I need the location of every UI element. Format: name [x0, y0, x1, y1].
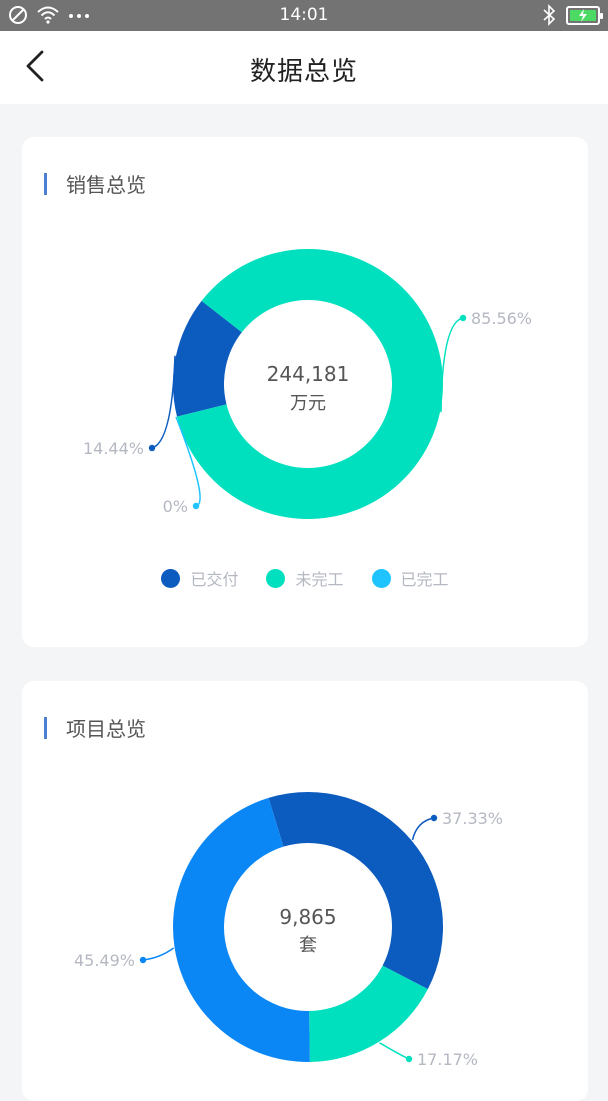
projects-slice-label: 37.33%	[442, 809, 503, 828]
sales-slice-label: 0%	[163, 497, 188, 516]
projects-slice[interactable]	[268, 792, 443, 990]
projects-slice[interactable]	[309, 965, 428, 1062]
legend-swatch	[371, 568, 391, 588]
legend-label: 已完工	[400, 570, 449, 589]
sales-donut-chart[interactable]: 14.44% 85.56% 0% 244,181 万元	[22, 137, 588, 557]
legend-label: 未完工	[295, 570, 344, 589]
sales-callout-dot	[148, 444, 156, 452]
projects-callout-dot	[405, 1055, 413, 1063]
projects-callout-line	[411, 817, 435, 841]
sales-callout-dot	[192, 502, 200, 510]
projects-overview-card: 项目总览 37.33% 17.17% 45.49% 9,865 套	[22, 681, 588, 1101]
navigation-bar: 数据总览	[0, 31, 608, 104]
projects-callout-line	[379, 1042, 410, 1060]
status-bar: 14:01	[0, 0, 608, 31]
battery-charging-icon	[566, 5, 603, 25]
sales-callout-line	[440, 317, 464, 413]
sales-slice-label: 14.44%	[83, 439, 144, 458]
projects-slice-label: 45.49%	[74, 951, 135, 970]
projects-callout-line	[142, 947, 175, 961]
sales-chart-legend: 已交付 未完工 已完工	[22, 566, 588, 590]
page-title: 数据总览	[249, 57, 358, 87]
sales-callout-dot	[459, 314, 467, 322]
legend-item[interactable]: 已完工	[371, 566, 449, 590]
projects-total-unit: 套	[299, 935, 317, 956]
projects-slice-label: 17.17%	[417, 1050, 478, 1069]
sales-total-value: 244,181	[267, 362, 350, 386]
legend-item[interactable]: 未完工	[266, 566, 344, 590]
status-time: 14:01	[279, 5, 329, 25]
sales-slice-label: 85.56%	[471, 309, 532, 328]
sales-callout-line	[151, 355, 176, 449]
sales-overview-card: 销售总览 14.44% 85.56% 0% 244,181 万元 已交付 未完工 已完工	[22, 137, 588, 647]
projects-total-value: 9,865	[279, 905, 336, 929]
legend-swatch	[266, 568, 286, 588]
sales-total-unit: 万元	[290, 393, 326, 414]
legend-label: 已交付	[190, 570, 239, 589]
status-right	[542, 4, 603, 26]
bluetooth-icon	[543, 4, 556, 26]
projects-callout-dot	[139, 956, 147, 964]
legend-swatch	[161, 568, 181, 588]
projects-callout-dot	[430, 814, 438, 822]
projects-donut-chart[interactable]: 37.33% 17.17% 45.49% 9,865 套	[22, 681, 588, 1081]
legend-item[interactable]: 已交付	[161, 566, 238, 590]
